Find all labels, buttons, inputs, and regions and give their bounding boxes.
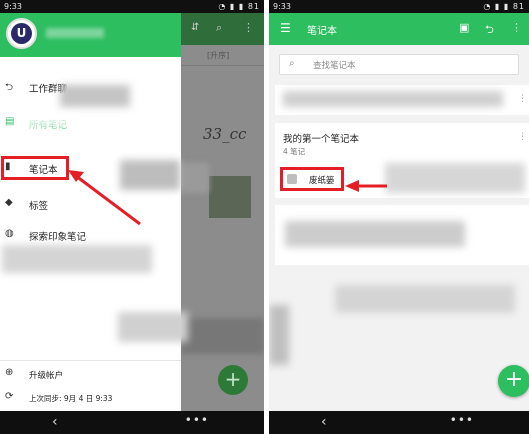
back-icon[interactable]: ‹ [321, 414, 327, 430]
back-icon[interactable]: ‹ [52, 414, 58, 430]
blurred-region [120, 160, 180, 190]
right-screenshot: 9:33 ◔ ▮ ▮ 81 ☰ 笔记本 ▣ ⮌ ⋮ ⌕ 查找笔记本 ⋮ 我的第一… [269, 0, 529, 434]
red-arrow-right [345, 180, 387, 192]
more-dots-icon[interactable]: ••• [450, 413, 474, 427]
left-screenshot: 9:33 ◔ ▮ ▮ 81 ⇵ ⌕ ⋮ [升序] 33_cc + U ⮌ 工作群… [0, 0, 264, 434]
blurred-region [118, 312, 188, 342]
more-dots-icon[interactable]: ••• [185, 413, 209, 427]
red-arrow-left [68, 170, 141, 226]
add-notebook-fab[interactable]: + [498, 365, 529, 397]
system-nav-bar: ‹ ••• [269, 411, 529, 434]
system-nav-bar: ‹ ••• [0, 411, 264, 434]
